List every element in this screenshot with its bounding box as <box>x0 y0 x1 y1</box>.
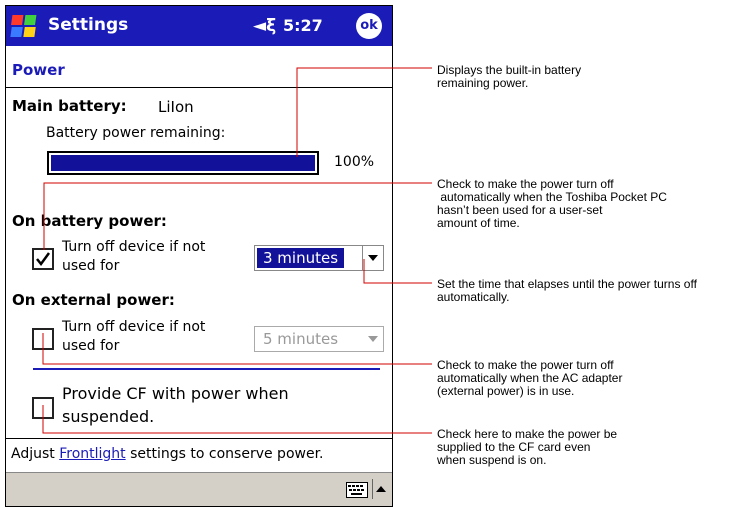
annotation-line: automatically. <box>437 290 510 304</box>
leader-ac-adapter <box>42 333 432 365</box>
annotation-auto-off: Check to make the power turn off automat… <box>437 178 727 230</box>
annotation-cf-card: Check here to make the power be supplied… <box>437 428 727 467</box>
annotation-battery: Displays the built-in battery remaining … <box>437 64 727 90</box>
annotation-ac-adapter: Check to make the power turn off automat… <box>437 359 727 398</box>
annotation-line: amount of time. <box>437 216 520 230</box>
annotation-line: (external power) is in use. <box>437 384 575 398</box>
annotation-line: remaining power. <box>437 76 529 90</box>
leader-time-set <box>363 259 432 284</box>
leader-battery <box>296 67 432 157</box>
annotation-time-set: Set the time that elapses until the powe… <box>437 278 727 304</box>
annotation-line: when suspend is on. <box>437 453 547 467</box>
leader-cf-card <box>42 405 432 434</box>
leader-auto-off <box>43 182 432 250</box>
